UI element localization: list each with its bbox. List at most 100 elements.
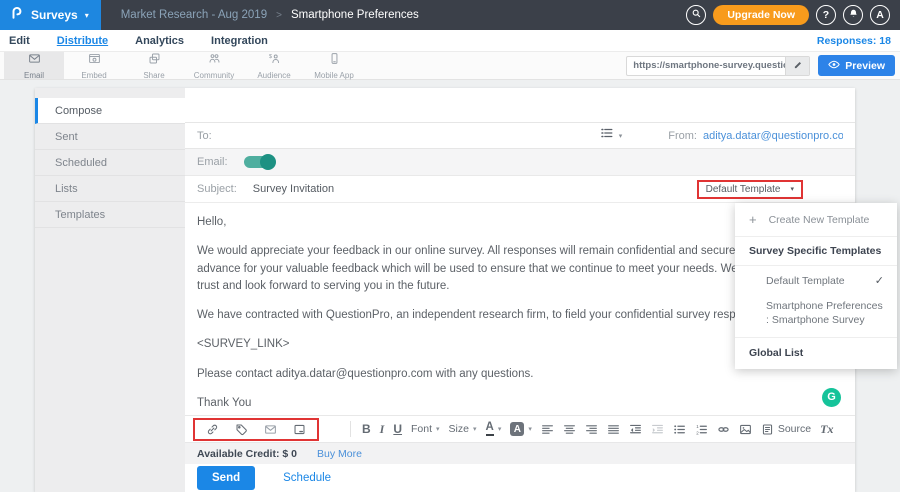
menu-item-smartphone-preferences[interactable]: Smartphone Preferences : Smartphone Surv…: [735, 296, 897, 337]
audience-icon: $: [268, 52, 281, 70]
menu-section-global-list: Global List: [735, 337, 897, 369]
channel-mobile-app[interactable]: Mobile App: [304, 52, 364, 79]
sidebar-item-sent[interactable]: Sent: [35, 124, 185, 150]
plus-icon: +: [749, 212, 757, 227]
available-credit-label: Available Credit: $ 0: [197, 448, 297, 460]
menu-item-create-new-template[interactable]: + Create New Template: [735, 203, 897, 237]
sidebar-item-lists[interactable]: Lists: [35, 176, 185, 202]
select-list-button[interactable]: ▾: [600, 126, 623, 145]
responses-count[interactable]: Responses: 18: [817, 35, 891, 47]
align-left-button[interactable]: [541, 423, 554, 436]
avatar[interactable]: A: [870, 5, 890, 25]
text-color-button[interactable]: A ▾: [486, 422, 502, 437]
background-color-icon: A: [510, 422, 524, 436]
source-button[interactable]: Source: [761, 423, 811, 436]
buy-more-link[interactable]: Buy More: [317, 448, 362, 460]
subject-value[interactable]: Survey Invitation: [253, 183, 334, 195]
indent-icon: [651, 423, 664, 436]
nav-item-integration[interactable]: Integration: [211, 35, 268, 47]
sidebar-item-compose[interactable]: Compose: [35, 98, 185, 124]
survey-nav: Edit Distribute Analytics Integration Re…: [0, 30, 900, 51]
chevron-down-icon: ▾: [436, 425, 440, 433]
justify-button[interactable]: [607, 423, 620, 436]
schedule-link[interactable]: Schedule: [283, 472, 331, 484]
text-color-icon: A: [486, 422, 494, 437]
font-select[interactable]: Font ▾: [411, 423, 440, 435]
channel-share[interactable]: Share: [124, 52, 184, 79]
nav-item-distribute[interactable]: Distribute: [57, 35, 108, 47]
sidebar-item-scheduled[interactable]: Scheduled: [35, 150, 185, 176]
decrease-indent-button[interactable]: [629, 423, 642, 436]
outdent-icon: [629, 423, 642, 436]
align-center-button[interactable]: [563, 423, 576, 436]
insert-email-template-button[interactable]: [264, 423, 277, 436]
survey-url-field[interactable]: https://smartphone-survey.questionpro: [626, 56, 810, 76]
channel-audience[interactable]: $ Audience: [244, 52, 304, 79]
preview-button[interactable]: Preview: [818, 55, 895, 76]
numbered-list-button[interactable]: 12: [695, 423, 708, 436]
button-embed-icon: [293, 423, 306, 436]
compose-footer: Send Schedule: [185, 464, 855, 492]
upgrade-now-button[interactable]: Upgrade Now: [713, 5, 809, 25]
grammarly-button[interactable]: G: [822, 388, 841, 407]
editor-toolbar: B I U Font ▾ Size ▾ A ▾ A ▾: [185, 415, 855, 442]
to-row: To: ▾ From: aditya.datar@questionpro.co.…: [185, 122, 855, 149]
credit-row: Available Credit: $ 0 Buy More: [185, 442, 855, 464]
template-selected-value: Default Template: [706, 184, 781, 195]
top-header: Surveys ▾ Market Research - Aug 2019 > S…: [0, 0, 900, 30]
template-selector[interactable]: Default Template ▾: [697, 180, 803, 199]
envelope-icon: [264, 423, 277, 436]
edit-url-button[interactable]: [785, 57, 809, 75]
channel-email[interactable]: Email: [4, 52, 64, 79]
questionpro-logo-icon: [9, 5, 24, 25]
notifications-button[interactable]: [843, 5, 863, 25]
share-icon: [148, 52, 161, 70]
annotation-red-box-toolbar: [193, 418, 319, 441]
search-button[interactable]: [686, 5, 706, 25]
send-button[interactable]: Send: [197, 466, 255, 490]
align-left-icon: [541, 423, 554, 436]
surveys-app-menu[interactable]: Surveys ▾: [0, 0, 101, 30]
sidebar-item-templates[interactable]: Templates: [35, 202, 185, 228]
insert-link-button[interactable]: [206, 423, 219, 436]
italic-button[interactable]: I: [380, 422, 385, 437]
list-icon: [600, 126, 614, 145]
hyperlink-button[interactable]: [717, 423, 730, 436]
link-icon: [206, 423, 219, 436]
background-color-button[interactable]: A ▾: [510, 422, 532, 436]
channel-embed[interactable]: Embed: [64, 52, 124, 79]
align-right-button[interactable]: [585, 423, 598, 436]
insert-image-button[interactable]: [739, 423, 752, 436]
nav-item-edit[interactable]: Edit: [9, 35, 30, 47]
bulleted-list-button[interactable]: [673, 423, 686, 436]
help-button[interactable]: ?: [816, 5, 836, 25]
chevron-down-icon: ▾: [790, 185, 794, 193]
email-compose-card: Compose Sent Scheduled Lists Templates T…: [35, 88, 855, 492]
increase-indent-button[interactable]: [651, 423, 664, 436]
chevron-down-icon: ▾: [85, 11, 89, 20]
size-select[interactable]: Size ▾: [449, 423, 477, 435]
breadcrumb-folder[interactable]: Market Research - Aug 2019: [121, 9, 267, 21]
insert-button-element-button[interactable]: [293, 423, 306, 436]
align-center-icon: [563, 423, 576, 436]
merge-tag-button[interactable]: [235, 423, 248, 436]
email-icon: [28, 52, 41, 70]
underline-button[interactable]: U: [393, 422, 402, 436]
email-toggle-row: Email:: [185, 149, 855, 176]
remove-format-button[interactable]: Tx: [820, 422, 833, 437]
eye-icon: [828, 60, 840, 72]
mobile-app-icon: [328, 52, 341, 70]
channel-community[interactable]: Community: [184, 52, 244, 79]
svg-text:1: 1: [696, 423, 699, 428]
menu-item-default-template[interactable]: Default Template ✓: [735, 266, 897, 296]
header-actions: Upgrade Now ? A: [686, 5, 900, 25]
subject-label: Subject:: [197, 183, 237, 195]
menu-section-survey-specific: Survey Specific Templates: [735, 237, 897, 266]
breadcrumb: Market Research - Aug 2019 > Smartphone …: [121, 9, 419, 21]
email-toggle[interactable]: [244, 156, 274, 168]
bold-button[interactable]: B: [362, 422, 371, 436]
nav-item-analytics[interactable]: Analytics: [135, 35, 184, 47]
from-email-link[interactable]: aditya.datar@questionpro.co...: [703, 130, 843, 142]
search-icon: [691, 8, 702, 22]
chevron-down-icon: ▾: [498, 425, 502, 433]
